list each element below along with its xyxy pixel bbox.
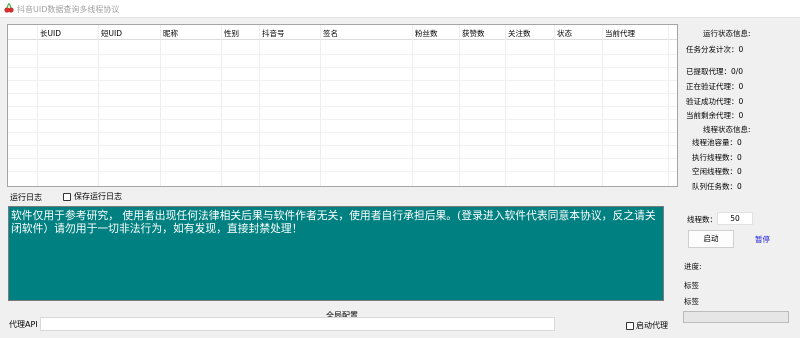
proxy-fetched: 已提取代理：0/0: [686, 67, 744, 76]
run-log-label: 运行日志: [10, 193, 42, 202]
row-divider: [8, 80, 677, 81]
auto-proxy-checkbox[interactable]: 启动代理: [626, 320, 668, 331]
status-header: 运行状态信息:: [703, 29, 751, 38]
row-divider: [8, 106, 677, 107]
row-divider: [8, 67, 677, 68]
checkbox-box[interactable]: [626, 321, 634, 330]
row-divider: [8, 132, 677, 133]
proxy-verified: 验证成功代理：0: [686, 97, 744, 106]
log-text: 软件仅用于参考研究， 使用者出现任何法律相关后果与软件作者无关，使用者自行承担后…: [11, 209, 656, 235]
executing-threads: 执行线程数：0: [692, 153, 742, 162]
row-divider: [8, 158, 677, 159]
auto-proxy-label: 启动代理: [636, 321, 668, 330]
column-header-following[interactable]: 关注数: [508, 28, 531, 39]
results-table[interactable]: 长UID 短UID 昵称 性别 抖音号 签名 粉丝数 获赞数 关注数 状态 当前…: [7, 24, 678, 187]
label-2: 标签: [684, 297, 699, 306]
progress-label: 进度:: [684, 262, 702, 271]
start-button[interactable]: 启动: [688, 230, 734, 248]
app-icon: [4, 3, 14, 13]
column-header-signature[interactable]: 签名: [323, 28, 338, 39]
column-header-status[interactable]: 状态: [557, 28, 572, 39]
thread-count-input[interactable]: 50: [717, 212, 753, 225]
column-header-nickname[interactable]: 昵称: [163, 28, 178, 39]
row-divider: [8, 93, 677, 94]
checkbox-box[interactable]: [63, 192, 71, 201]
progress-bar: [683, 311, 789, 323]
pause-button[interactable]: 暂停: [755, 234, 770, 245]
table-header: 长UID 短UID 昵称 性别 抖音号 签名 粉丝数 获赞数 关注数 状态 当前…: [8, 25, 677, 40]
thread-count-label: 线程数：: [687, 215, 717, 224]
row-divider: [8, 54, 677, 55]
idle-threads: 空闲线程数：0: [692, 167, 742, 176]
column-header-short-uid[interactable]: 短UID: [101, 28, 122, 39]
queued-tasks: 队列任务数：0: [692, 182, 742, 191]
save-log-label: 保存运行日志: [74, 192, 122, 201]
log-output[interactable]: 软件仅用于参考研究， 使用者出现任何法律相关后果与软件作者无关，使用者自行承担后…: [8, 206, 664, 301]
proxy-verifying: 正在验证代理：0: [686, 82, 744, 91]
save-log-checkbox[interactable]: 保存运行日志: [63, 191, 122, 202]
label-1: 标签: [684, 281, 699, 290]
row-divider: [8, 145, 677, 146]
column-header-current-proxy[interactable]: 当前代理: [605, 28, 635, 39]
row-divider: [8, 119, 677, 120]
title-bar: 抖音UID数据查询多线程协议: [0, 0, 800, 18]
row-divider: [8, 171, 677, 172]
thread-pool-capacity: 线程池容量：0: [692, 138, 742, 147]
window-title: 抖音UID数据查询多线程协议: [17, 5, 120, 14]
column-header-gender[interactable]: 性别: [224, 28, 239, 39]
proxy-api-label: 代理API: [9, 320, 38, 329]
column-header-long-uid[interactable]: 长UID: [40, 28, 61, 39]
thread-status-header: 线程状态信息:: [703, 125, 751, 134]
task-total: 任务分发计次：0: [686, 45, 744, 54]
column-header-followers[interactable]: 粉丝数: [415, 28, 438, 39]
proxy-api-input[interactable]: [40, 317, 555, 331]
column-header-douyin-id[interactable]: 抖音号: [262, 28, 285, 39]
column-header-likes[interactable]: 获赞数: [462, 28, 485, 39]
proxy-remaining: 当前剩余代理：0: [686, 111, 744, 120]
